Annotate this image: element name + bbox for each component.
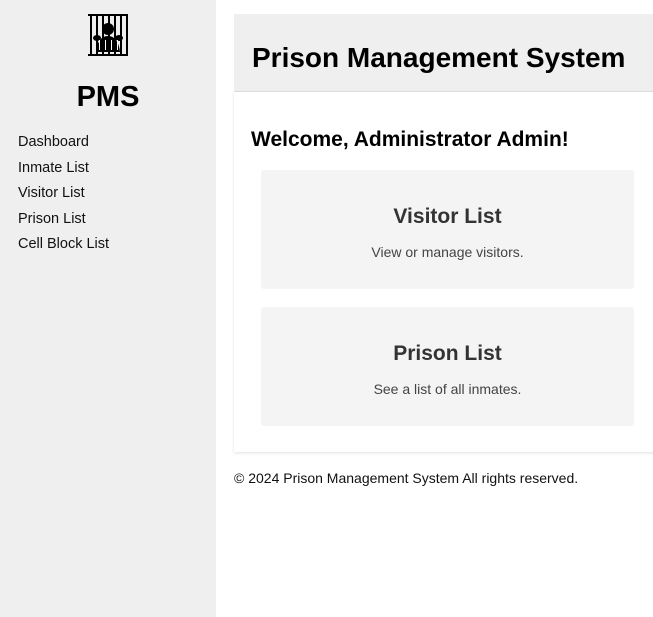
dashboard-panel: Welcome, Administrator Admin! Visitor Li… [234,92,653,452]
sidebar-item-visitor-list[interactable]: Visitor List [18,181,109,207]
main-content: Prison Management System Welcome, Admini… [216,0,653,617]
card-title: Visitor List [393,205,502,228]
card-title: Prison List [393,342,502,365]
sidebar: PMS Dashboard Inmate List Visitor List P… [0,0,216,617]
sidebar-item-prison-list[interactable]: Prison List [18,207,109,233]
sidebar-item-cell-block-list[interactable]: Cell Block List [18,232,109,258]
visitor-list-card[interactable]: Visitor List View or manage visitors. [261,170,634,289]
page-title: Prison Management System [252,42,626,73]
card-description: View or manage visitors. [371,244,524,260]
sidebar-item-dashboard[interactable]: Dashboard [18,130,109,156]
brand-title: PMS [76,81,140,113]
sidebar-item-inmate-list[interactable]: Inmate List [18,156,109,182]
page-header: Prison Management System [234,14,653,92]
prison-bars-icon[interactable] [86,12,130,60]
sidebar-nav: Dashboard Inmate List Visitor List Priso… [18,130,109,258]
welcome-message: Welcome, Administrator Admin! [251,128,569,151]
prison-list-card[interactable]: Prison List See a list of all inmates. [261,307,634,426]
card-description: See a list of all inmates. [373,381,522,397]
footer-copyright: © 2024 Prison Management System All righ… [234,470,579,486]
